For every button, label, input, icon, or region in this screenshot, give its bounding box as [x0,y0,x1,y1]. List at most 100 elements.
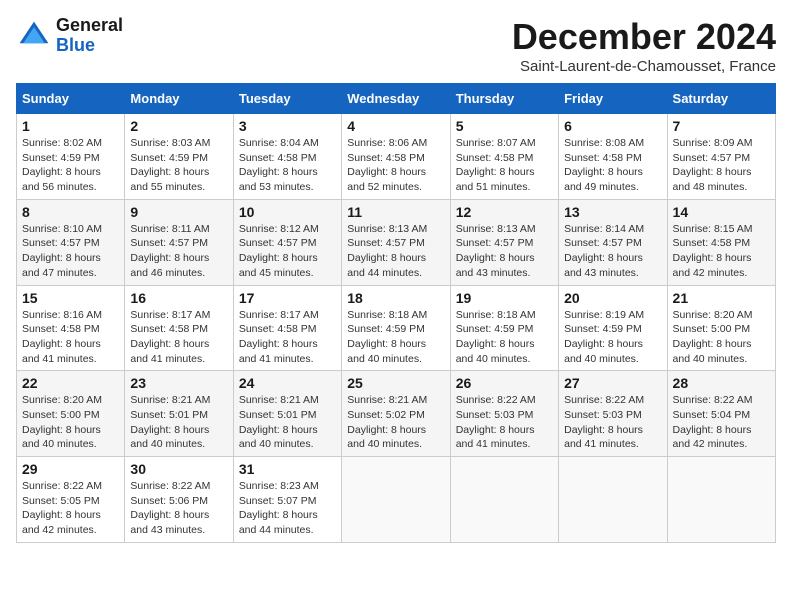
day-info: Sunrise: 8:13 AMSunset: 4:57 PMDaylight:… [456,222,553,281]
calendar-cell: 13 Sunrise: 8:14 AMSunset: 4:57 PMDayligh… [559,199,667,285]
day-number: 26 [456,375,553,391]
calendar-cell: 6 Sunrise: 8:08 AMSunset: 4:58 PMDaylight… [559,114,667,200]
day-info: Sunrise: 8:15 AMSunset: 4:58 PMDaylight:… [673,222,770,281]
day-number: 24 [239,375,336,391]
calendar-cell: 16Sunrise: 8:17 AMSunset: 4:58 PMDayligh… [125,285,233,371]
day-info: Sunrise: 8:22 AMSunset: 5:06 PMDaylight:… [130,479,227,538]
logo: General Blue [16,16,123,56]
calendar-cell: 21 Sunrise: 8:20 AMSunset: 5:00 PMDayligh… [667,285,775,371]
day-number: 14 [673,204,770,220]
calendar-body: 1 Sunrise: 8:02 AMSunset: 4:59 PMDaylight… [17,114,776,543]
day-number: 20 [564,290,661,306]
day-number: 28 [673,375,770,391]
day-info: Sunrise: 8:12 AMSunset: 4:57 PMDaylight:… [239,222,336,281]
weekday-header-thursday: Thursday [450,84,558,114]
day-number: 3 [239,118,336,134]
calendar-header: SundayMondayTuesdayWednesdayThursdayFrid… [17,84,776,114]
day-number: 2 [130,118,227,134]
calendar-week-5: 29 Sunrise: 8:22 AMSunset: 5:05 PMDayligh… [17,457,776,543]
calendar-cell: 23 Sunrise: 8:21 AMSunset: 5:01 PMDayligh… [125,371,233,457]
day-info: Sunrise: 8:03 AMSunset: 4:59 PMDaylight:… [130,136,227,195]
day-number: 16 [130,290,227,306]
day-info: Sunrise: 8:14 AMSunset: 4:57 PMDaylight:… [564,222,661,281]
calendar-cell: 11 Sunrise: 8:13 AMSunset: 4:57 PMDayligh… [342,199,450,285]
day-number: 19 [456,290,553,306]
weekday-header-sunday: Sunday [17,84,125,114]
logo-icon [16,18,52,54]
day-info: Sunrise: 8:20 AMSunset: 5:00 PMDaylight:… [22,393,119,452]
day-number: 30 [130,461,227,477]
day-info: Sunrise: 8:11 AMSunset: 4:57 PMDaylight:… [130,222,227,281]
day-info: Sunrise: 8:13 AMSunset: 4:57 PMDaylight:… [347,222,444,281]
day-info: Sunrise: 8:21 AMSunset: 5:02 PMDaylight:… [347,393,444,452]
day-info: Sunrise: 8:17 AMSunset: 4:58 PMDaylight:… [239,308,336,367]
calendar-cell: 30 Sunrise: 8:22 AMSunset: 5:06 PMDayligh… [125,457,233,543]
calendar-cell: 31 Sunrise: 8:23 AMSunset: 5:07 PMDayligh… [233,457,341,543]
calendar-cell: 18 Sunrise: 8:18 AMSunset: 4:59 PMDayligh… [342,285,450,371]
weekday-row: SundayMondayTuesdayWednesdayThursdayFrid… [17,84,776,114]
day-info: Sunrise: 8:08 AMSunset: 4:58 PMDaylight:… [564,136,661,195]
day-number: 9 [130,204,227,220]
day-number: 7 [673,118,770,134]
weekday-header-saturday: Saturday [667,84,775,114]
day-number: 29 [22,461,119,477]
day-number: 31 [239,461,336,477]
day-number: 5 [456,118,553,134]
day-info: Sunrise: 8:02 AMSunset: 4:59 PMDaylight:… [22,136,119,195]
day-info: Sunrise: 8:22 AMSunset: 5:03 PMDaylight:… [456,393,553,452]
title-area: December 2024 Saint-Laurent-de-Chamousse… [512,16,776,75]
calendar-cell: 26 Sunrise: 8:22 AMSunset: 5:03 PMDayligh… [450,371,558,457]
weekday-header-monday: Monday [125,84,233,114]
calendar-cell: 8Sunrise: 8:10 AMSunset: 4:57 PMDaylight… [17,199,125,285]
day-number: 15 [22,290,119,306]
calendar-cell: 17 Sunrise: 8:17 AMSunset: 4:58 PMDayligh… [233,285,341,371]
day-info: Sunrise: 8:22 AMSunset: 5:03 PMDaylight:… [564,393,661,452]
calendar-cell: 12 Sunrise: 8:13 AMSunset: 4:57 PMDayligh… [450,199,558,285]
day-info: Sunrise: 8:16 AMSunset: 4:58 PMDaylight:… [22,308,119,367]
calendar-cell: 3Sunrise: 8:04 AMSunset: 4:58 PMDaylight… [233,114,341,200]
day-info: Sunrise: 8:23 AMSunset: 5:07 PMDaylight:… [239,479,336,538]
day-number: 6 [564,118,661,134]
calendar-cell: 9 Sunrise: 8:11 AMSunset: 4:57 PMDaylight… [125,199,233,285]
day-number: 1 [22,118,119,134]
day-number: 11 [347,204,444,220]
day-number: 18 [347,290,444,306]
calendar-cell: 24Sunrise: 8:21 AMSunset: 5:01 PMDayligh… [233,371,341,457]
day-number: 25 [347,375,444,391]
logo-text: General Blue [56,16,123,56]
calendar-week-1: 1 Sunrise: 8:02 AMSunset: 4:59 PMDaylight… [17,114,776,200]
day-info: Sunrise: 8:21 AMSunset: 5:01 PMDaylight:… [130,393,227,452]
calendar-cell: 14 Sunrise: 8:15 AMSunset: 4:58 PMDayligh… [667,199,775,285]
day-info: Sunrise: 8:18 AMSunset: 4:59 PMDaylight:… [347,308,444,367]
day-info: Sunrise: 8:20 AMSunset: 5:00 PMDaylight:… [673,308,770,367]
day-number: 17 [239,290,336,306]
calendar-cell: 22 Sunrise: 8:20 AMSunset: 5:00 PMDayligh… [17,371,125,457]
day-number: 13 [564,204,661,220]
day-number: 21 [673,290,770,306]
day-info: Sunrise: 8:19 AMSunset: 4:59 PMDaylight:… [564,308,661,367]
calendar-cell: 29 Sunrise: 8:22 AMSunset: 5:05 PMDayligh… [17,457,125,543]
day-info: Sunrise: 8:22 AMSunset: 5:05 PMDaylight:… [22,479,119,538]
day-number: 8 [22,204,119,220]
day-info: Sunrise: 8:06 AMSunset: 4:58 PMDaylight:… [347,136,444,195]
day-number: 22 [22,375,119,391]
calendar-title: December 2024 [512,16,776,58]
calendar-cell: 28 Sunrise: 8:22 AMSunset: 5:04 PMDayligh… [667,371,775,457]
calendar-subtitle: Saint-Laurent-de-Chamousset, France [512,58,776,75]
calendar-cell: 10Sunrise: 8:12 AMSunset: 4:57 PMDayligh… [233,199,341,285]
calendar-cell: 15 Sunrise: 8:16 AMSunset: 4:58 PMDayligh… [17,285,125,371]
day-info: Sunrise: 8:18 AMSunset: 4:59 PMDaylight:… [456,308,553,367]
day-info: Sunrise: 8:22 AMSunset: 5:04 PMDaylight:… [673,393,770,452]
calendar-cell: 19 Sunrise: 8:18 AMSunset: 4:59 PMDayligh… [450,285,558,371]
logo-line2: Blue [56,36,123,56]
calendar-cell [450,457,558,543]
day-number: 23 [130,375,227,391]
day-number: 12 [456,204,553,220]
weekday-header-friday: Friday [559,84,667,114]
header: General Blue December 2024 Saint-Laurent… [16,16,776,75]
day-number: 27 [564,375,661,391]
calendar-week-2: 8Sunrise: 8:10 AMSunset: 4:57 PMDaylight… [17,199,776,285]
calendar-week-4: 22 Sunrise: 8:20 AMSunset: 5:00 PMDayligh… [17,371,776,457]
calendar-cell [342,457,450,543]
calendar-cell: 27 Sunrise: 8:22 AMSunset: 5:03 PMDayligh… [559,371,667,457]
